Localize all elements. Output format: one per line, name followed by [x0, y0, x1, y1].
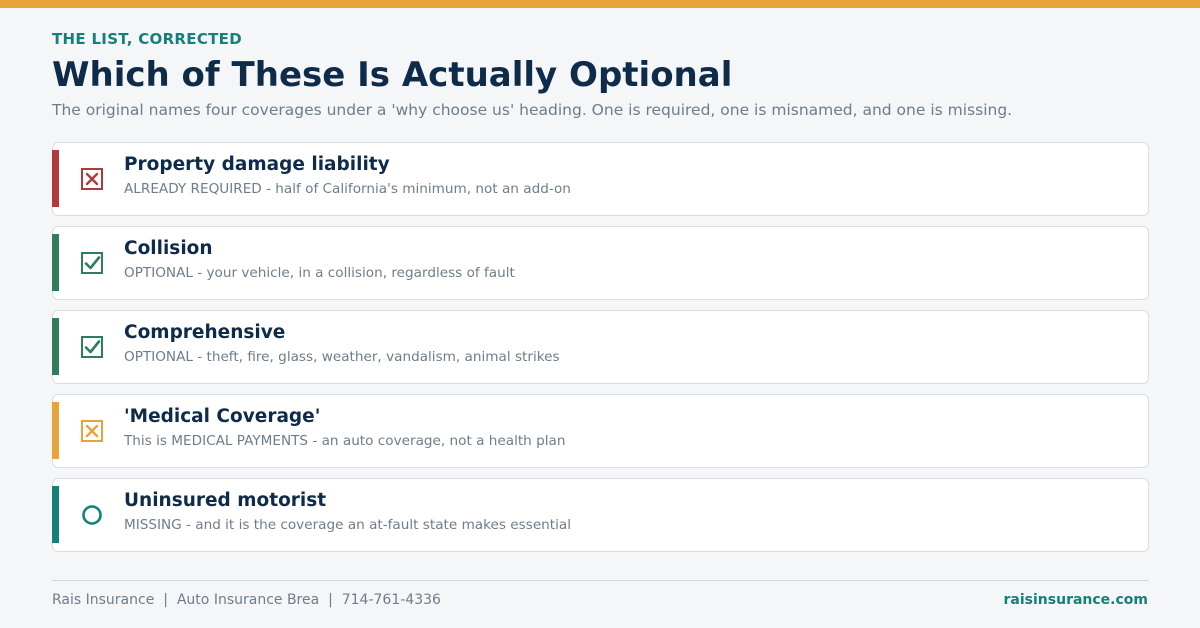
coverage-list: Property damage liability ALREADY REQUIR…: [51, 142, 1149, 562]
page-title: Which of These Is Actually Optional: [52, 55, 733, 95]
coverage-description: OPTIONAL - your vehicle, in a collision,…: [124, 265, 515, 281]
status-accent-bar: [51, 234, 59, 291]
footer-website-link[interactable]: raisinsurance.com: [1004, 592, 1148, 608]
coverage-card-comprehensive: Comprehensive OPTIONAL - theft, fire, gl…: [51, 310, 1149, 384]
footer-contact: Rais Insurance | Auto Insurance Brea | 7…: [52, 592, 441, 608]
footer-tagline: Auto Insurance Brea: [176, 592, 320, 608]
status-accent-bar: [51, 486, 59, 543]
coverage-description: OPTIONAL - theft, fire, glass, weather, …: [124, 349, 560, 365]
coverage-description: MISSING - and it is the coverage an at-f…: [124, 517, 572, 533]
status-accent-bar: [51, 318, 59, 375]
top-accent-bar: [0, 0, 1200, 8]
coverage-card-medical: 'Medical Coverage' This is MEDICAL PAYME…: [51, 394, 1149, 468]
x-box-icon: [81, 420, 103, 442]
footer-separator: |: [328, 592, 333, 608]
footer-divider: [52, 580, 1149, 581]
status-accent-bar: [51, 150, 59, 207]
eyebrow-label: THE LIST, CORRECTED: [52, 30, 242, 48]
coverage-title: Collision: [124, 238, 213, 259]
footer-separator: |: [163, 592, 168, 608]
x-box-icon: [81, 168, 103, 190]
check-box-icon: [81, 252, 103, 274]
status-accent-bar: [51, 402, 59, 459]
empty-circle-icon: [82, 505, 102, 525]
page-subtitle: The original names four coverages under …: [52, 101, 1013, 119]
coverage-description: ALREADY REQUIRED - half of California's …: [124, 181, 571, 197]
coverage-title: Property damage liability: [124, 154, 390, 175]
footer-phone[interactable]: 714-761-4336: [342, 592, 441, 608]
coverage-card-uninsured-motorist: Uninsured motorist MISSING - and it is t…: [51, 478, 1149, 552]
coverage-title: 'Medical Coverage': [124, 406, 321, 427]
coverage-card-collision: Collision OPTIONAL - your vehicle, in a …: [51, 226, 1149, 300]
coverage-card-property-damage: Property damage liability ALREADY REQUIR…: [51, 142, 1149, 216]
coverage-description: This is MEDICAL PAYMENTS - an auto cover…: [124, 433, 566, 449]
coverage-title: Uninsured motorist: [124, 490, 327, 511]
footer-company: Rais Insurance: [52, 592, 155, 608]
coverage-title: Comprehensive: [124, 322, 286, 343]
check-box-icon: [81, 336, 103, 358]
